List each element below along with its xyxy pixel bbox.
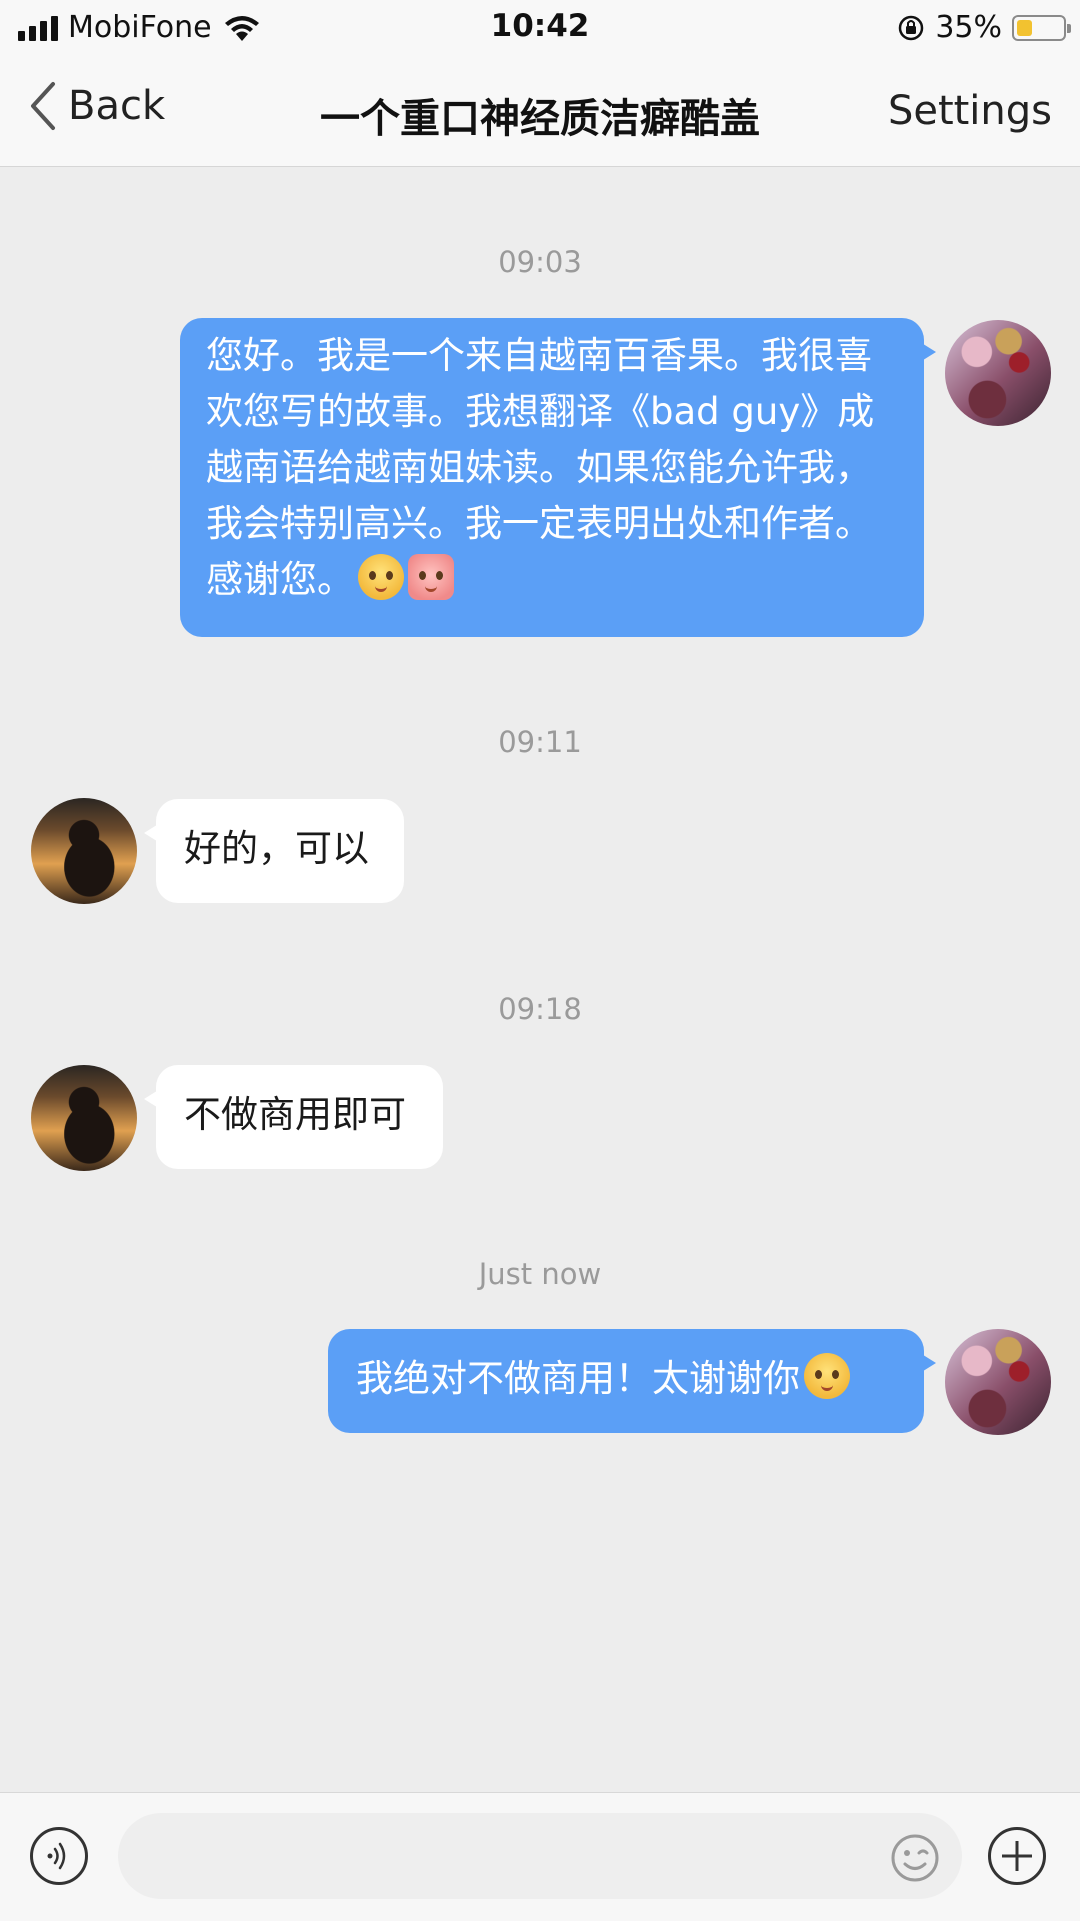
add-button[interactable]	[988, 1827, 1046, 1885]
status-right: 35%	[897, 10, 1071, 45]
nav-bar: Back 一个重口神经质洁癖酷盖 Settings	[0, 56, 1080, 167]
back-label: Back	[68, 83, 166, 129]
kiss-face-emoji-icon	[804, 1353, 850, 1399]
my-avatar[interactable]	[945, 320, 1051, 426]
settings-button[interactable]: Settings	[888, 88, 1052, 134]
voice-button[interactable]	[30, 1827, 88, 1885]
timestamp: Just now	[478, 1257, 602, 1291]
message-bubble-received[interactable]: 好的，可以	[144, 799, 404, 903]
message-text: 好的，可以	[184, 827, 369, 870]
message-bubble-sent[interactable]: 您好。我是一个来自越南百香果。我很喜欢您写的故事。我想翻译《bad guy》成越…	[180, 318, 936, 637]
contact-avatar[interactable]	[31, 798, 137, 904]
message-text: 不做商用即可	[184, 1093, 406, 1136]
status-bar: MobiFone 10:42 35%	[0, 0, 1080, 56]
my-avatar[interactable]	[945, 1329, 1051, 1435]
back-button[interactable]: Back	[28, 80, 165, 132]
battery-icon	[1012, 14, 1071, 41]
contact-avatar[interactable]	[31, 1065, 137, 1171]
timestamp: 09:18	[498, 992, 582, 1026]
message-bubble-received[interactable]: 不做商用即可	[144, 1065, 443, 1169]
voice-wave-icon	[47, 1842, 66, 1870]
message-bubble-sent[interactable]: 我绝对不做商用！太谢谢你	[328, 1329, 936, 1433]
message-input[interactable]	[118, 1813, 962, 1899]
message-text: 您好。我是一个来自越南百香果。我很喜欢您写的故事。我想翻译《bad guy》成越…	[206, 334, 875, 601]
emoji-icon[interactable]	[890, 1833, 940, 1883]
chevron-left-icon	[31, 82, 55, 130]
timestamp: 09:11	[498, 725, 582, 759]
input-bar	[0, 1792, 1080, 1921]
battery-level	[1017, 19, 1032, 36]
pig-face-emoji-icon	[408, 554, 454, 600]
message-text: 我绝对不做商用！太谢谢你	[356, 1357, 800, 1400]
timestamp: 09:03	[498, 245, 582, 279]
chat-area[interactable]: 09:03 您好。我是一个来自越南百香果。我很喜欢您写的故事。我想翻译《bad …	[0, 167, 1080, 1792]
chat-title: 一个重口神经质洁癖酷盖	[320, 96, 760, 142]
blushing-face-emoji-icon	[358, 554, 404, 600]
battery-percent: 35%	[935, 10, 1002, 45]
orientation-lock-icon	[899, 15, 924, 40]
